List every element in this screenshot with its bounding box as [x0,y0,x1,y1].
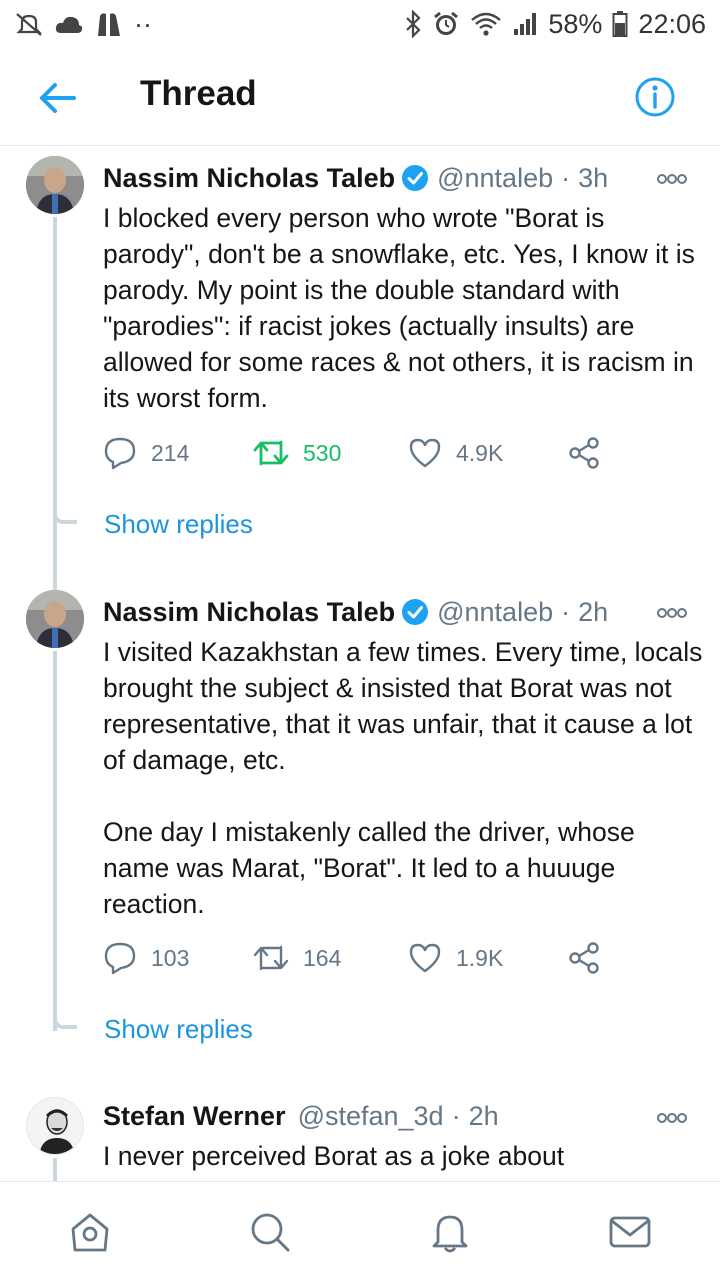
retweet-count: 530 [303,439,342,466]
search-icon [248,1210,292,1259]
back-button[interactable] [36,78,80,118]
cloud-icon [54,13,84,35]
tweet-header: Nassim Nicholas Taleb @nntaleb · 2h [103,592,608,632]
heart-icon [408,437,442,469]
reply-icon [103,436,137,470]
notifications-icon [428,1210,472,1259]
nav-home-button[interactable] [68,1212,112,1256]
thread-line [53,651,57,1031]
more-icon [654,608,690,627]
more-icon [654,1113,690,1132]
verified-icon [401,164,429,192]
page-title: Thread [140,74,257,113]
bluetooth-icon [404,10,422,38]
mute-icon [14,11,44,37]
more-options-button[interactable] [654,603,690,623]
separator: · [451,1100,461,1131]
author-handle[interactable]: @nntaleb [437,163,553,194]
author-name[interactable]: Stefan Werner [103,1101,286,1132]
tweet-text: I never perceived Borat as a joke about [103,1141,565,1171]
tweet-header: Nassim Nicholas Taleb @nntaleb · 3h [103,158,608,198]
share-button[interactable] [567,433,601,473]
author-handle[interactable]: @stefan_3d [298,1101,444,1132]
avatar[interactable] [26,590,84,648]
author-name[interactable]: Nassim Nicholas Taleb [103,597,395,628]
heart-icon [408,942,442,974]
retweet-button[interactable]: 164 [253,938,341,978]
app-header: Thread [0,48,720,146]
retweet-icon [253,438,289,468]
thread-line [53,1158,57,1181]
author-name[interactable]: Nassim Nicholas Taleb [103,163,395,194]
status-bar: ·· 58% 22:06 [0,0,720,48]
status-dots: ·· [134,8,152,39]
battery-icon [612,10,628,38]
nav-search-button[interactable] [248,1212,292,1256]
show-replies-link[interactable]: Show replies [104,509,253,540]
nav-messages-button[interactable] [608,1212,652,1256]
more-options-button[interactable] [654,1108,690,1128]
share-icon [567,436,601,470]
separator: · [561,596,571,627]
more-options-button[interactable] [654,169,690,189]
clock: 22:06 [638,8,706,39]
verified-icon [401,598,429,626]
author-handle[interactable]: @nntaleb [437,597,553,628]
like-button[interactable]: 1.9K [408,938,503,978]
timestamp[interactable]: 2h [469,1101,499,1132]
reply-button[interactable]: 103 [103,938,189,978]
messages-icon [608,1210,652,1259]
thread-line [53,217,57,597]
like-count: 4.9K [456,439,504,466]
like-count: 1.9K [456,944,504,971]
battery-percent: 58% [548,8,603,39]
bottom-nav [0,1181,720,1280]
alarm-icon [432,10,460,38]
status-right: 58% 22:06 [404,9,706,40]
reply-count: 214 [151,439,190,466]
home-icon [68,1210,112,1259]
retweet-count: 164 [303,944,342,971]
tweet-actions: 214 530 4.9K [103,433,623,473]
status-left: ·· [14,9,152,40]
thread-connector [53,512,77,524]
timestamp[interactable]: 2h [578,597,608,628]
reply-button[interactable]: 214 [103,433,189,473]
reply-count: 103 [151,944,190,971]
nav-notifications-button[interactable] [428,1212,472,1256]
more-icon [654,174,690,193]
reply-icon [103,941,137,975]
thread-connector [53,1017,77,1029]
timestamp[interactable]: 3h [578,163,608,194]
separator: · [561,162,571,193]
app-icon [94,10,124,38]
share-button[interactable] [567,938,601,978]
info-icon [634,77,676,122]
tweet-header: Stefan Werner @stefan_3d · 2h [103,1096,499,1136]
tweet-text: I blocked every person who wrote "Borat … [103,203,703,413]
tweet-actions: 103 164 1.9K [103,938,623,978]
info-button[interactable] [634,76,676,118]
like-button[interactable]: 4.9K [408,433,503,473]
signal-icon [512,11,538,37]
avatar[interactable] [26,156,84,214]
tweet-text: I visited Kazakhstan a few times. Every … [103,637,703,919]
wifi-icon [470,11,502,37]
show-replies-link[interactable]: Show replies [104,1014,253,1045]
arrow-left-icon [36,83,80,122]
retweet-icon [253,943,289,973]
avatar[interactable] [26,1097,84,1155]
share-icon [567,941,601,975]
retweet-button[interactable]: 530 [253,433,341,473]
thread-feed[interactable]: Nassim Nicholas Taleb @nntaleb · 3h I bl… [0,147,720,1181]
